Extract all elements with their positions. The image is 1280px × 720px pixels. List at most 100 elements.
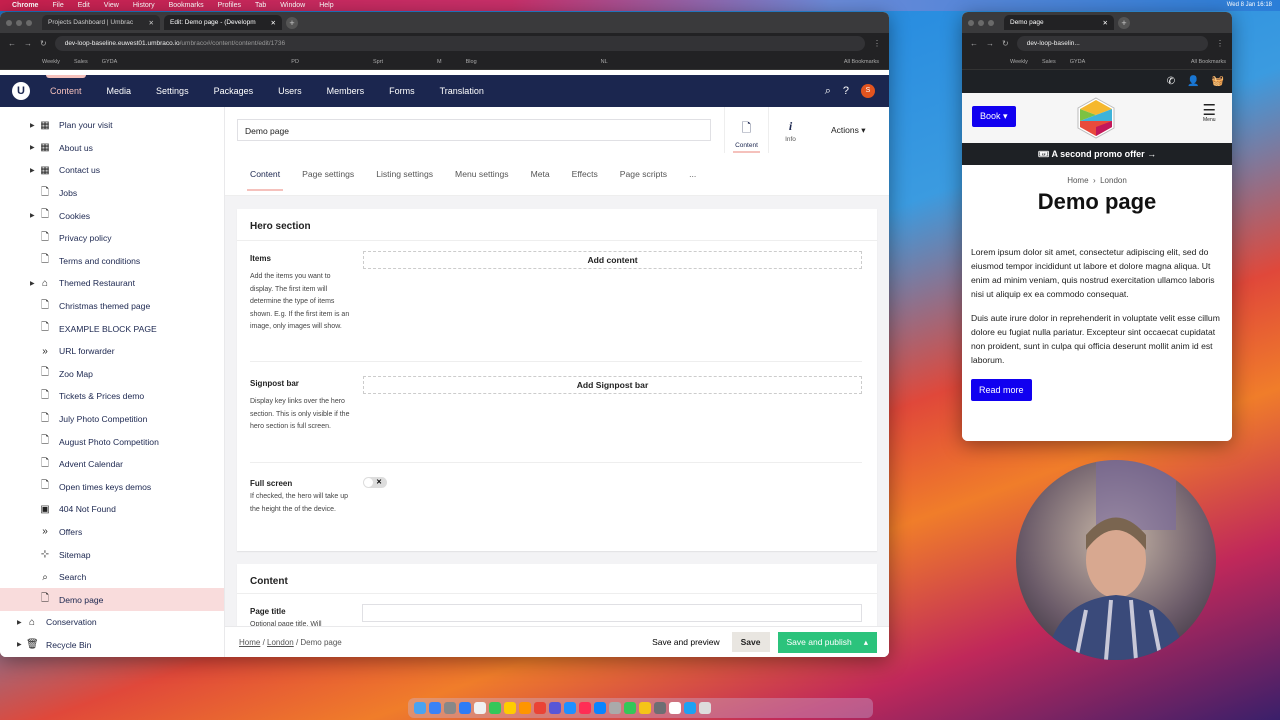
- tree-item[interactable]: ▶ 🗋 Cookies: [0, 204, 224, 227]
- dock-app-icon[interactable]: [444, 702, 456, 714]
- expand-arrow-icon[interactable]: ▶: [17, 619, 22, 626]
- forward-icon[interactable]: →: [986, 39, 994, 48]
- dock-app-icon[interactable]: [654, 702, 666, 714]
- expand-arrow-icon[interactable]: ▶: [30, 144, 35, 151]
- menu-dots-icon[interactable]: ⋮: [873, 39, 881, 48]
- add-signpost-button[interactable]: Add Signpost bar: [363, 376, 862, 394]
- section-translation[interactable]: Translation: [440, 75, 484, 107]
- bookmark[interactable]: Weekly: [1010, 59, 1028, 65]
- section-packages[interactable]: Packages: [214, 75, 254, 107]
- dock-app-icon[interactable]: [579, 702, 591, 714]
- section-content[interactable]: Content: [46, 75, 86, 107]
- all-bookmarks[interactable]: All Bookmarks: [1191, 59, 1226, 65]
- all-bookmarks[interactable]: All Bookmarks: [844, 59, 879, 65]
- dock-app-icon[interactable]: [684, 702, 696, 714]
- bookmark[interactable]: Sprt: [373, 59, 383, 65]
- url-input[interactable]: dev-loop-baseline.euwest01.umbraco.io/um…: [54, 36, 865, 51]
- read-more-button[interactable]: Read more: [971, 379, 1032, 401]
- dock-app-icon[interactable]: [429, 702, 441, 714]
- new-tab-button[interactable]: +: [1118, 16, 1130, 29]
- bookmark[interactable]: GYDA: [102, 59, 118, 65]
- umbraco-logo[interactable]: U: [12, 82, 30, 100]
- dock-app-icon[interactable]: [564, 702, 576, 714]
- section-media[interactable]: Media: [107, 75, 132, 107]
- bookmark[interactable]: Sales: [1042, 59, 1056, 65]
- window-controls[interactable]: [6, 19, 32, 26]
- save-and-preview-button[interactable]: Save and preview: [652, 637, 720, 647]
- fullscreen-toggle[interactable]: ✕: [363, 477, 387, 488]
- forward-icon[interactable]: →: [24, 39, 32, 48]
- tree-item[interactable]: 🗋 Terms and conditions: [0, 250, 224, 273]
- tab-meta[interactable]: Meta: [531, 169, 550, 179]
- bookmark[interactable]: PD: [291, 59, 299, 65]
- menu-help[interactable]: Help: [319, 2, 333, 9]
- user-icon[interactable]: 👤: [1187, 76, 1199, 87]
- app-content[interactable]: 🗋 Content: [724, 107, 768, 153]
- breadcrumb-home[interactable]: Home: [239, 638, 260, 647]
- new-tab-button[interactable]: +: [286, 16, 298, 29]
- section-members[interactable]: Members: [327, 75, 365, 107]
- node-name-input[interactable]: Demo page: [237, 119, 711, 141]
- avatar[interactable]: S: [861, 84, 875, 98]
- menu-edit[interactable]: Edit: [78, 2, 90, 9]
- dock-app-icon[interactable]: [519, 702, 531, 714]
- tree-item[interactable]: ⌕ Search: [0, 566, 224, 589]
- bookmark[interactable]: Blog: [466, 59, 477, 65]
- menu-button[interactable]: ☰ Menu: [1203, 103, 1216, 123]
- close-icon[interactable]: ✕: [1103, 19, 1108, 27]
- tab-content[interactable]: Content: [246, 169, 284, 191]
- expand-arrow-icon[interactable]: ▶: [30, 280, 35, 287]
- tree-item[interactable]: ▶ ⌂ Themed Restaurant: [0, 272, 224, 295]
- menu-file[interactable]: File: [52, 2, 63, 9]
- tab-listing-settings[interactable]: Listing settings: [376, 169, 433, 179]
- tree-item[interactable]: 🗋 Jobs: [0, 182, 224, 205]
- caret-up-icon[interactable]: ▴: [864, 637, 868, 648]
- page-title-input[interactable]: [362, 604, 862, 622]
- tab-effects[interactable]: Effects: [572, 169, 598, 179]
- bookmark[interactable]: M: [437, 59, 442, 65]
- tree-item[interactable]: 🗋 Tickets & Prices demo: [0, 385, 224, 408]
- browser-tab-edit[interactable]: Edit: Demo page - (Developm ✕: [164, 15, 282, 30]
- phone-icon[interactable]: ✆: [1167, 76, 1175, 87]
- dock-app-icon[interactable]: [474, 702, 486, 714]
- tab-page-settings[interactable]: Page settings: [302, 169, 354, 179]
- promo-banner[interactable]: 🎟 A second promo offer →: [962, 143, 1232, 165]
- dock-app-icon[interactable]: [504, 702, 516, 714]
- menu-view[interactable]: View: [104, 2, 119, 9]
- section-users[interactable]: Users: [278, 75, 302, 107]
- menu-dots-icon[interactable]: ⋮: [1216, 39, 1224, 48]
- tree-item[interactable]: 🗋 August Photo Competition: [0, 430, 224, 453]
- menu-chrome[interactable]: Chrome: [12, 2, 38, 9]
- section-settings[interactable]: Settings: [156, 75, 189, 107]
- tree-item[interactable]: ▶ ▦ About us: [0, 137, 224, 160]
- breadcrumb-home[interactable]: Home: [1067, 176, 1088, 185]
- tree-item[interactable]: 🗋 Advent Calendar: [0, 453, 224, 476]
- expand-arrow-icon[interactable]: ▶: [30, 167, 35, 174]
- tree-item[interactable]: ▶ ▦ Contact us: [0, 159, 224, 182]
- add-content-button[interactable]: Add content: [363, 251, 862, 269]
- dock-app-icon[interactable]: [459, 702, 471, 714]
- window-controls[interactable]: [968, 19, 994, 26]
- reload-icon[interactable]: ↻: [1002, 39, 1009, 48]
- site-logo[interactable]: [1077, 97, 1115, 139]
- more-tabs-button[interactable]: ...: [689, 169, 696, 179]
- url-input[interactable]: dev-loop-baselin...: [1016, 36, 1208, 51]
- dock-app-icon[interactable]: [699, 702, 711, 714]
- dock-app-icon[interactable]: [669, 702, 681, 714]
- menu-profiles[interactable]: Profiles: [218, 2, 241, 9]
- dock-app-icon[interactable]: [609, 702, 621, 714]
- save-button[interactable]: Save: [731, 632, 770, 652]
- tree-item[interactable]: » URL forwarder: [0, 340, 224, 363]
- bookmark[interactable]: NL: [601, 59, 608, 65]
- tree-item[interactable]: 🗋 July Photo Competition: [0, 408, 224, 431]
- section-forms[interactable]: Forms: [389, 75, 415, 107]
- menu-bookmarks[interactable]: Bookmarks: [169, 2, 204, 9]
- tree-item[interactable]: 🗋 EXAMPLE BLOCK PAGE: [0, 317, 224, 340]
- dock-app-icon[interactable]: [594, 702, 606, 714]
- bookmark[interactable]: Weekly: [42, 59, 60, 65]
- save-and-publish-button[interactable]: Save and publish ▴: [777, 631, 877, 653]
- tab-page-scripts[interactable]: Page scripts: [620, 169, 667, 179]
- expand-arrow-icon[interactable]: ▶: [30, 122, 35, 129]
- app-info[interactable]: i Info: [768, 107, 812, 153]
- tree-item[interactable]: 🗋 Privacy policy: [0, 227, 224, 250]
